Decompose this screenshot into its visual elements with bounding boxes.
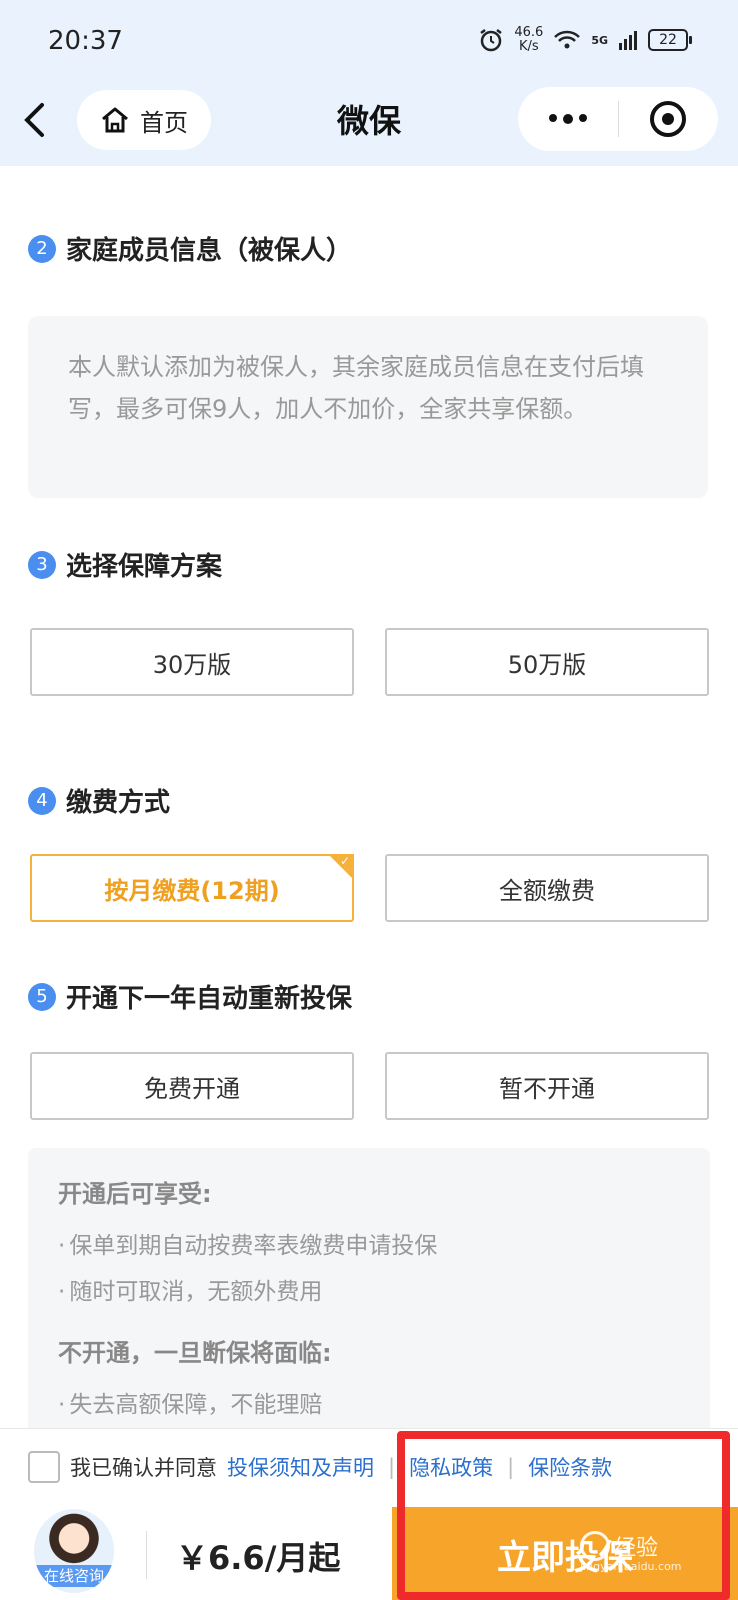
price-text: ￥6.6/月起 <box>176 1539 341 1577</box>
section-title-text: 开通下一年自动重新投保 <box>66 984 353 1014</box>
section-title-family: 2 家庭成员信息（被保人） <box>28 230 352 267</box>
benefit-item: 保单到期自动按费率表缴费申请投保 <box>58 1223 680 1269</box>
payment-option-label: 按月缴费(12期) <box>104 876 280 905</box>
status-time: 20:37 <box>48 26 123 56</box>
baidu-watermark: 经验 <box>580 1530 658 1562</box>
plan-option-30w[interactable]: 30万版 <box>30 628 354 696</box>
step-number: 4 <box>28 786 56 815</box>
risks-title: 不开通，一旦断保将面临: <box>58 1339 332 1367</box>
consult-label: 在线咨询 <box>34 1565 114 1587</box>
agree-checkbox[interactable] <box>28 1451 60 1483</box>
auto-renew-enable[interactable]: 免费开通 <box>30 1052 354 1120</box>
step-number: 3 <box>28 550 56 579</box>
agree-text: 我已确认并同意 <box>70 1456 217 1480</box>
paw-icon <box>580 1531 610 1561</box>
mini-program-capsule <box>518 87 718 151</box>
risk-item: 失去高额保障，不能理赔 <box>58 1382 680 1428</box>
family-notice: 本人默认添加为被保人，其余家庭成员信息在支付后填写，最多可保9人，加人不加价，全… <box>28 316 708 498</box>
step-number: 5 <box>28 982 56 1011</box>
step-number: 2 <box>28 234 56 263</box>
section-title-auto-renew: 5 开通下一年自动重新投保 <box>28 978 352 1015</box>
auto-renew-info: 开通后可享受: 保单到期自动按费率表缴费申请投保 随时可取消，无额外费用 不开通… <box>28 1148 710 1438</box>
section-title-plan: 3 选择保障方案 <box>28 546 222 583</box>
top-bar: 20:37 46.6 K/s 5G 22 首页 微保 <box>0 0 738 166</box>
link-notice[interactable]: 投保须知及声明 <box>227 1452 374 1482</box>
price-divider <box>146 1531 147 1579</box>
status-icons: 46.6 K/s 5G 22 <box>478 25 692 54</box>
alarm-icon <box>480 29 503 52</box>
auto-renew-skip[interactable]: 暂不开通 <box>385 1052 709 1120</box>
network-type: 5G <box>591 33 608 47</box>
more-button[interactable] <box>518 87 618 151</box>
link-separator: | <box>388 1455 396 1479</box>
section-title-text: 缴费方式 <box>66 788 171 818</box>
section-title-text: 选择保障方案 <box>66 552 223 582</box>
payment-option-full[interactable]: 全额缴费 <box>385 854 709 922</box>
signal-icon <box>619 31 637 50</box>
plan-option-50w[interactable]: 50万版 <box>385 628 709 696</box>
close-target-icon <box>650 101 687 137</box>
section-title-payment: 4 缴费方式 <box>28 782 170 819</box>
benefit-item: 随时可取消，无额外费用 <box>58 1269 680 1315</box>
net-speed: 46.6 K/s <box>514 25 544 54</box>
battery-icon: 22 <box>648 29 692 51</box>
payment-option-monthly[interactable]: 按月缴费(12期) ✓ <box>30 854 354 922</box>
benefits-title: 开通后可享受: <box>58 1180 212 1208</box>
wifi-icon <box>554 30 581 49</box>
more-icon <box>548 114 587 124</box>
section-title-text: 家庭成员信息（被保人） <box>66 236 353 266</box>
watermark-url: jingyan.baidu.com <box>580 1560 682 1573</box>
online-consult-button[interactable]: 在线咨询 <box>34 1509 114 1593</box>
check-icon: ✓ <box>339 854 350 868</box>
close-program-button[interactable] <box>619 87 719 151</box>
highlight-annotation-box <box>397 1431 730 1600</box>
